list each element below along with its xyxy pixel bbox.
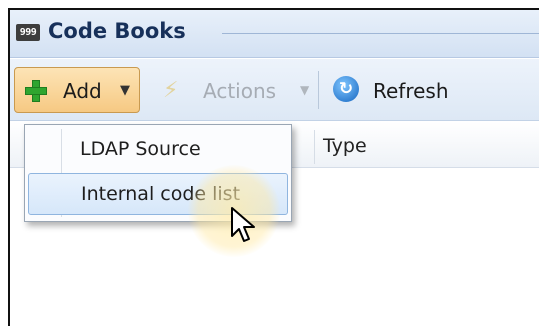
- toolbar: Add ▼ ⚡ Actions ▼ ↻ Refresh: [10, 59, 539, 121]
- column-separator: [314, 130, 315, 164]
- toolbar-separator: [318, 71, 319, 109]
- add-button[interactable]: Add ▼: [14, 67, 140, 113]
- code-books-window: 999 Code Books Add ▼ ⚡ Actions ▼ ↻ Refre…: [8, 8, 539, 326]
- actions-button[interactable]: Actions: [203, 79, 276, 103]
- title-divider: [222, 33, 539, 34]
- code-book-icon: 999: [16, 24, 40, 41]
- mouse-pointer-icon: [231, 207, 255, 242]
- chevron-down-icon: ▼: [120, 83, 130, 98]
- add-button-label: Add: [63, 79, 102, 103]
- column-header-type[interactable]: Type: [323, 135, 367, 157]
- plus-icon: [25, 80, 47, 102]
- refresh-icon[interactable]: ↻: [333, 76, 359, 102]
- menu-item-label: LDAP Source: [80, 138, 201, 160]
- title-bar: 999 Code Books: [10, 10, 539, 58]
- menu-item-ldap-source[interactable]: LDAP Source: [28, 129, 288, 171]
- lightning-icon: ⚡: [163, 78, 179, 103]
- chevron-down-icon: ▼: [300, 83, 310, 97]
- window-title: Code Books: [48, 19, 186, 43]
- refresh-button[interactable]: Refresh: [373, 79, 449, 103]
